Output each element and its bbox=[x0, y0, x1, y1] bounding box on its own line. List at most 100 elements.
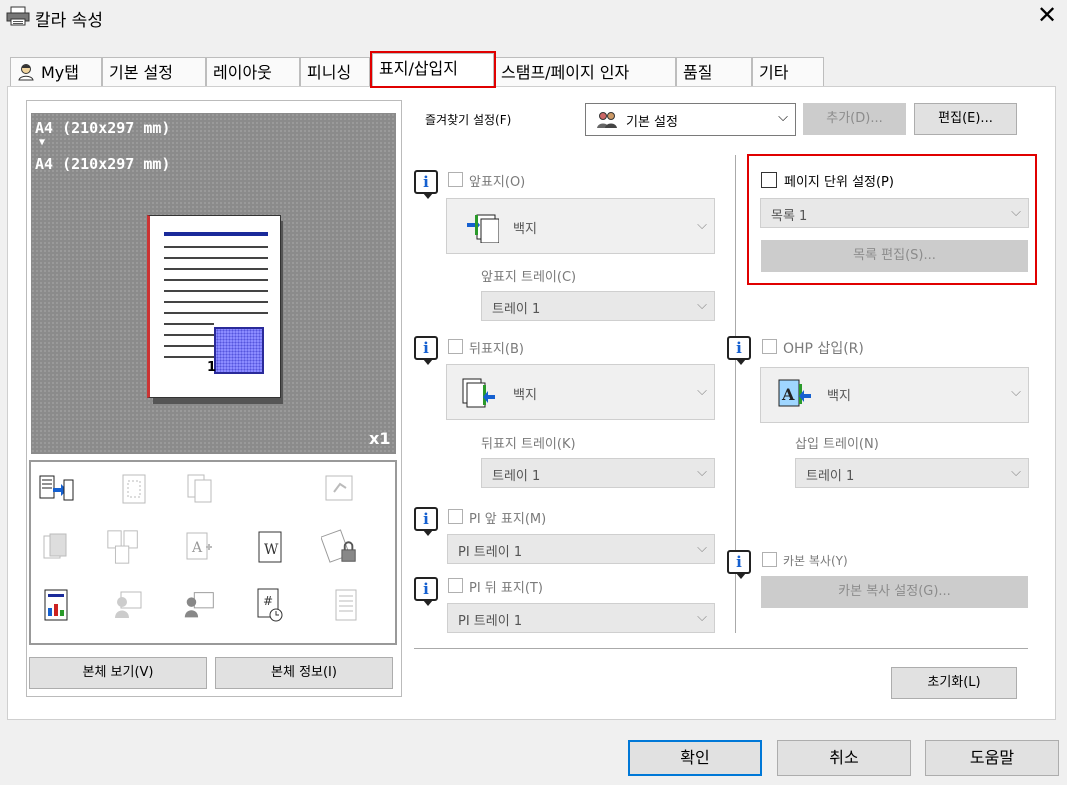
svg-text:A: A bbox=[781, 385, 795, 404]
copy-pages-icon[interactable] bbox=[181, 470, 219, 508]
back-cover-checkbox[interactable] bbox=[448, 339, 463, 354]
info-icon[interactable]: i bbox=[414, 336, 438, 365]
tab-layout[interactable]: 레이아웃 bbox=[206, 57, 300, 87]
carbon-copy-settings-button[interactable]: 카본 복사 설정(G)... bbox=[761, 576, 1028, 608]
window-title: 칼라 속성 bbox=[35, 11, 103, 31]
carbon-copy-label: 카본 복사(Y) bbox=[783, 554, 848, 568]
info-icon[interactable]: i bbox=[727, 336, 751, 365]
favorites-edit-button[interactable]: 편집(E)... bbox=[914, 103, 1017, 135]
ohp-tray-label: 삽입 트레이(N) bbox=[795, 437, 879, 452]
favorites-label: 즐겨찾기 설정(F) bbox=[425, 113, 512, 127]
arrow-down-icon: ▼ bbox=[39, 137, 46, 148]
duplex-icon[interactable] bbox=[37, 528, 75, 566]
stack-pages-icon[interactable] bbox=[327, 586, 365, 624]
page-text-line bbox=[164, 334, 214, 336]
tab-label: 레이아웃 bbox=[213, 63, 272, 82]
chevron-down-icon: ⌵ bbox=[697, 465, 707, 480]
copies-count: x1 bbox=[369, 429, 391, 448]
svg-text:A: A bbox=[191, 540, 203, 556]
booklet-icon[interactable] bbox=[321, 470, 359, 508]
info-icon[interactable]: i bbox=[727, 550, 751, 579]
info-icon[interactable]: i bbox=[414, 577, 438, 606]
tab-basic[interactable]: 기본 설정 bbox=[102, 57, 206, 87]
close-button[interactable]: ✕ bbox=[1036, 2, 1058, 28]
pi-back-cover-checkbox[interactable] bbox=[448, 578, 463, 593]
printer-info-button[interactable]: 본체 정보(I) bbox=[215, 657, 393, 689]
cancel-button[interactable]: 취소 bbox=[777, 740, 911, 776]
back-cover-tray-label: 뒤표지 트레이(K) bbox=[481, 437, 576, 452]
page-text-line bbox=[164, 246, 268, 248]
back-cover-tray-select[interactable]: 트레이 1 ⌵ bbox=[481, 458, 715, 488]
page-text-line bbox=[164, 356, 214, 358]
text-insert-icon[interactable]: A bbox=[181, 528, 219, 566]
pi-back-cover-label: PI 뒤 표지(T) bbox=[469, 581, 543, 596]
back-cover-paper-icon bbox=[461, 377, 497, 413]
tab-label: 스탬프/페이지 인자 bbox=[501, 63, 630, 82]
highlight-box bbox=[747, 154, 1037, 285]
pi-back-tray-select[interactable]: PI 트레이 1 ⌵ bbox=[447, 603, 715, 633]
front-cover-checkbox[interactable] bbox=[448, 172, 463, 187]
user-box-icon[interactable] bbox=[109, 586, 147, 624]
page-text-line bbox=[164, 268, 268, 270]
back-cover-label: 뒤표지(B) bbox=[469, 342, 524, 357]
pi-front-tray-value: PI 트레이 1 bbox=[458, 545, 523, 560]
tab-label: 품질 bbox=[683, 63, 713, 82]
favorites-select[interactable]: 기본 설정 ⌵ bbox=[585, 103, 796, 136]
ok-button[interactable]: 확인 bbox=[628, 740, 762, 776]
secure-print-icon[interactable] bbox=[321, 528, 359, 566]
back-cover-paper-select[interactable]: 백지 ⌵ bbox=[446, 364, 715, 420]
chevron-down-icon: ⌵ bbox=[697, 218, 707, 233]
info-icon[interactable]: i bbox=[414, 170, 438, 199]
multi-page-icon[interactable] bbox=[105, 528, 143, 566]
carbon-copy-checkbox[interactable] bbox=[762, 552, 777, 567]
tab-stamp-page[interactable]: 스탬프/페이지 인자 bbox=[494, 57, 676, 87]
reset-button[interactable]: 초기화(L) bbox=[891, 667, 1017, 699]
tab-cover-insert[interactable]: 표지/삽입지 bbox=[370, 51, 496, 88]
chevron-down-icon: ⌵ bbox=[1011, 385, 1021, 400]
page-text-line bbox=[164, 345, 214, 347]
help-button[interactable]: 도움말 bbox=[925, 740, 1059, 776]
account-track-icon[interactable] bbox=[181, 586, 219, 624]
ohp-insert-checkbox[interactable] bbox=[762, 339, 777, 354]
pi-front-cover-label: PI 앞 표지(M) bbox=[469, 512, 547, 527]
page-text-line bbox=[164, 301, 268, 303]
front-cover-paper-select[interactable]: 백지 ⌵ bbox=[446, 198, 715, 254]
pi-front-cover-checkbox[interactable] bbox=[448, 509, 463, 524]
timer-print-icon[interactable]: # bbox=[251, 586, 289, 624]
ohp-insert-label: OHP 삽입(R) bbox=[783, 341, 864, 357]
tab-quality[interactable]: 품질 bbox=[676, 57, 752, 87]
poster-icon[interactable] bbox=[115, 470, 153, 508]
front-cover-paper-icon bbox=[465, 211, 500, 247]
watermark-icon[interactable]: W bbox=[251, 528, 289, 566]
favorites-add-button[interactable]: 추가(D)... bbox=[803, 103, 906, 135]
chevron-down-icon: ⌵ bbox=[697, 541, 707, 556]
ohp-paper-value: 백지 bbox=[827, 389, 851, 404]
front-cover-tray-select[interactable]: 트레이 1 ⌵ bbox=[481, 291, 715, 321]
tab-my[interactable]: My탭 bbox=[10, 57, 102, 87]
ohp-tray-select[interactable]: 트레이 1 ⌵ bbox=[795, 458, 1029, 488]
cover-insert-icon[interactable] bbox=[37, 470, 75, 508]
front-cover-paper-value: 백지 bbox=[513, 222, 537, 237]
info-icon[interactable]: i bbox=[414, 507, 438, 536]
favorites-users-icon bbox=[596, 111, 618, 133]
paper-size-output: A4 (210x297 mm) bbox=[35, 155, 171, 173]
chevron-down-icon: ⌵ bbox=[697, 298, 707, 313]
svg-text:W: W bbox=[264, 542, 279, 558]
svg-text:#: # bbox=[263, 594, 273, 608]
back-cover-paper-value: 백지 bbox=[513, 388, 537, 403]
printer-view-button[interactable]: 본체 보기(V) bbox=[29, 657, 207, 689]
front-cover-tray-label: 앞표지 트레이(C) bbox=[481, 270, 577, 285]
pi-front-tray-select[interactable]: PI 트레이 1 ⌵ bbox=[447, 534, 715, 564]
printer-icon bbox=[6, 6, 30, 26]
page-text-line bbox=[164, 312, 268, 314]
paper-size-original: A4 (210x297 mm) bbox=[35, 119, 171, 137]
ohp-paper-select[interactable]: A 백지 ⌵ bbox=[760, 367, 1029, 423]
tab-finishing[interactable]: 피니싱 bbox=[300, 57, 370, 87]
tab-label: 기본 설정 bbox=[109, 63, 173, 82]
color-report-icon[interactable] bbox=[37, 586, 75, 624]
page-text-line bbox=[164, 257, 268, 259]
chevron-down-icon: ⌵ bbox=[697, 610, 707, 625]
chevron-down-icon: ⌵ bbox=[778, 110, 788, 125]
tab-other[interactable]: 기타 bbox=[752, 57, 824, 87]
tab-label: My탭 bbox=[41, 63, 79, 82]
